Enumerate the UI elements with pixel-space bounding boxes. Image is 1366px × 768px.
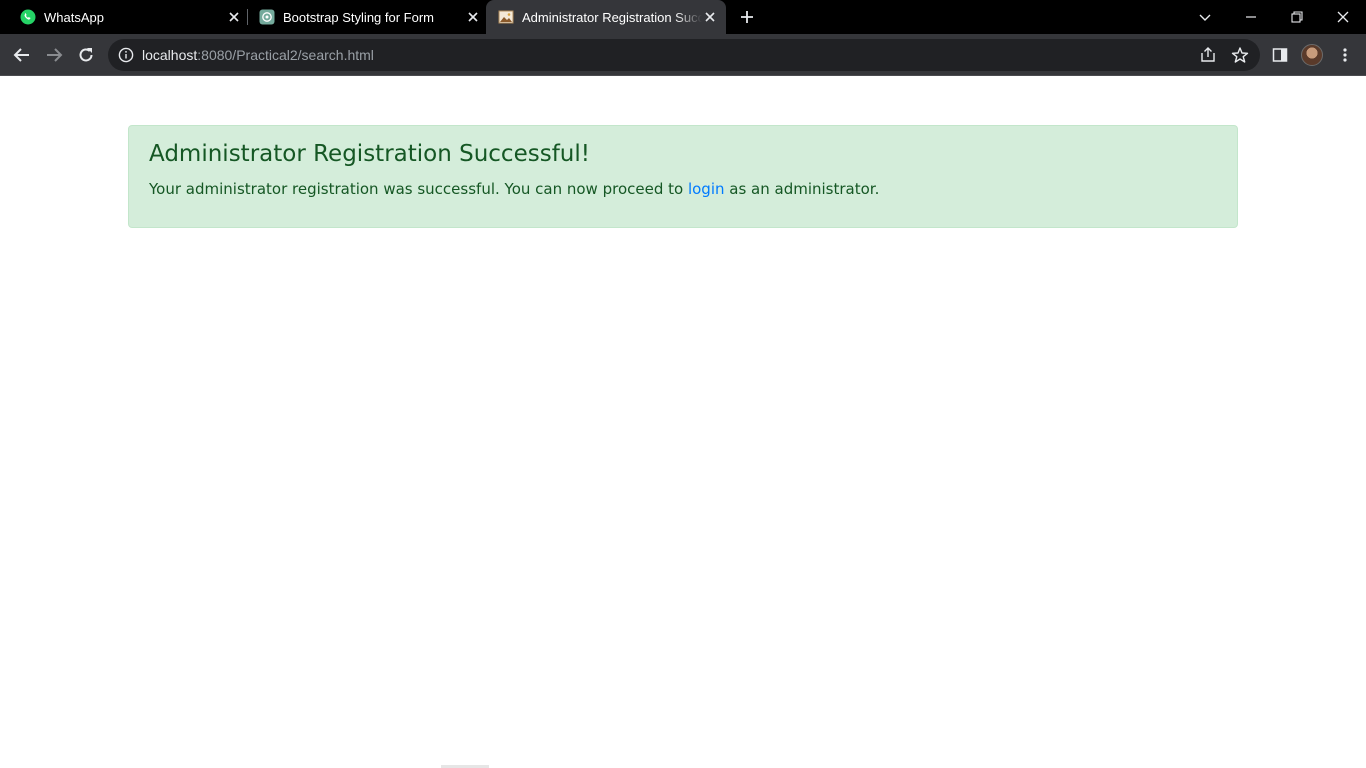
url-path: :8080/Practical2/search.html — [197, 47, 374, 63]
restore-icon — [1291, 11, 1303, 23]
tab-title: WhatsApp — [44, 9, 104, 25]
tab-admin-registration[interactable]: Administrator Registration Successful — [486, 0, 726, 34]
close-icon[interactable] — [465, 9, 481, 25]
more-vertical-icon — [1343, 48, 1347, 62]
minimize-button[interactable] — [1228, 0, 1274, 34]
url-text: localhost:8080/Practical2/search.html — [142, 47, 374, 63]
login-link[interactable]: login — [688, 180, 725, 198]
menu-button[interactable] — [1333, 43, 1357, 67]
close-icon[interactable] — [226, 9, 242, 25]
tab-whatsapp[interactable]: WhatsApp — [20, 0, 242, 34]
address-bar[interactable]: localhost:8080/Practical2/search.html — [108, 39, 1260, 71]
arrow-left-icon — [13, 48, 29, 62]
close-icon — [1337, 11, 1349, 23]
minimize-icon — [1246, 16, 1256, 18]
alert-text-before: Your administrator registration was succ… — [149, 180, 688, 198]
restore-button[interactable] — [1274, 0, 1320, 34]
chevron-down-icon — [1199, 14, 1211, 21]
reload-button[interactable] — [74, 43, 98, 67]
chatgpt-icon — [259, 9, 275, 25]
back-button[interactable] — [10, 43, 34, 67]
side-panel-button[interactable] — [1268, 43, 1292, 67]
page-image-icon — [498, 9, 514, 25]
star-icon[interactable] — [1230, 45, 1250, 65]
tab-bootstrap-styling[interactable]: Bootstrap Styling for Form — [259, 0, 481, 34]
tab-search-button[interactable] — [1182, 0, 1228, 34]
avatar — [1301, 44, 1323, 66]
alert-heading: Administrator Registration Successful! — [149, 141, 590, 167]
tab-title: Administrator Registration Successful — [522, 9, 702, 25]
reload-icon — [79, 48, 93, 62]
profile-button[interactable] — [1300, 43, 1324, 67]
arrow-right-icon — [47, 48, 63, 62]
tab-separator — [247, 9, 248, 25]
side-panel-icon — [1272, 48, 1288, 62]
tab-title: Bootstrap Styling for Form — [283, 9, 434, 25]
info-icon[interactable] — [118, 47, 134, 63]
tab-strip: WhatsApp Bootstrap Styling for Form Admi… — [0, 0, 1366, 34]
alert-text-after: as an administrator. — [724, 180, 880, 198]
browser-toolbar: localhost:8080/Practical2/search.html — [0, 34, 1366, 76]
close-window-button[interactable] — [1320, 0, 1366, 34]
whatsapp-icon — [20, 9, 36, 25]
page-content: Administrator Registration Successful! Y… — [0, 77, 1366, 768]
share-icon[interactable] — [1198, 45, 1218, 65]
close-icon[interactable] — [702, 9, 718, 25]
success-alert: Administrator Registration Successful! Y… — [128, 125, 1238, 228]
url-host: localhost — [142, 47, 198, 63]
new-tab-button[interactable] — [736, 6, 758, 28]
alert-message: Your administrator registration was succ… — [149, 179, 1217, 199]
plus-icon — [741, 11, 753, 23]
forward-button[interactable] — [42, 43, 66, 67]
